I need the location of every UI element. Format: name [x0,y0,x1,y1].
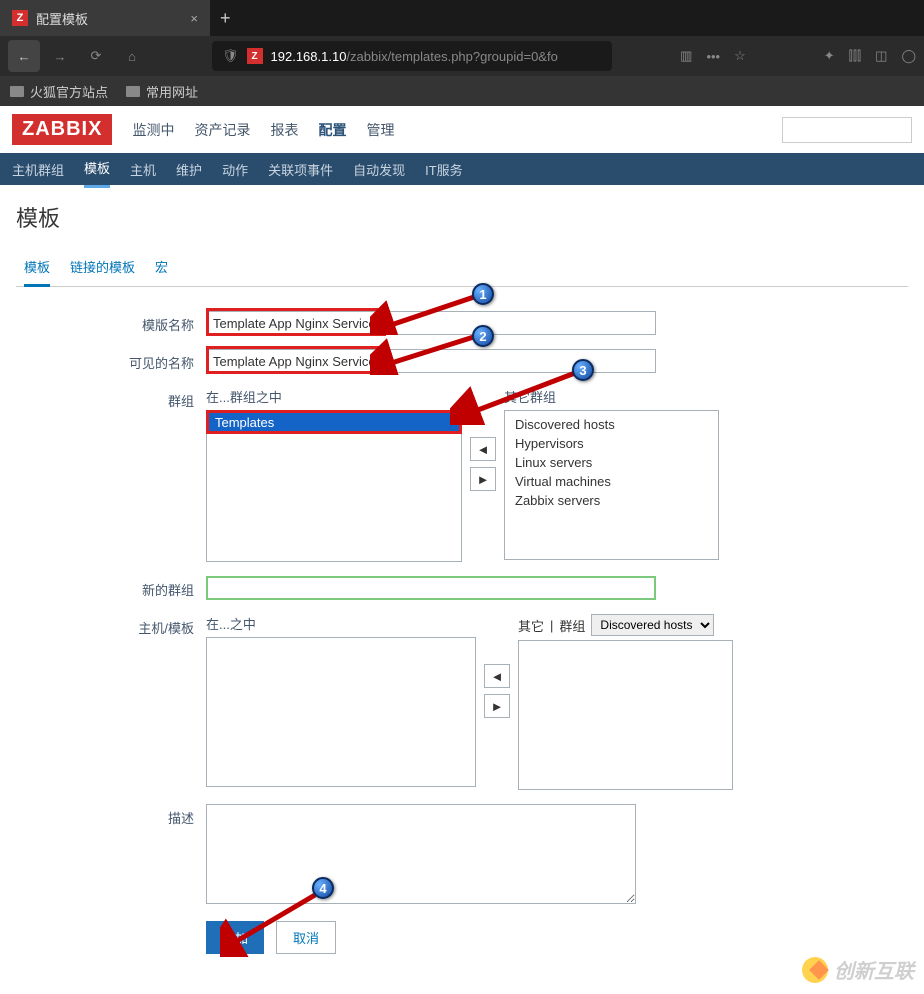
label-in: 在...之中 [206,614,476,633]
bookmark-label: 火狐官方站点 [30,82,108,101]
description-textarea[interactable] [206,804,636,904]
tab-template[interactable]: 模板 [24,249,50,287]
top-menu: 监测中 资产记录 报表 配置 管理 [132,120,394,140]
subnav-maintenance[interactable]: 维护 [176,152,202,187]
forward-button[interactable]: → [44,40,76,72]
watermark-icon [802,957,828,983]
close-tab-icon[interactable]: × [190,11,198,26]
list-item[interactable]: Linux servers [509,453,714,472]
site-favicon-icon: Z [247,48,263,64]
browser-tab[interactable]: Z 配置模板 × [0,0,210,36]
subnav-discovery[interactable]: 自动发现 [353,152,405,187]
in-hosts-listbox[interactable] [206,637,476,787]
folder-icon [126,86,140,97]
search-input[interactable] [782,117,912,143]
menu-dots-icon[interactable]: ••• [706,49,720,64]
add-button[interactable]: 添加 [206,921,264,954]
list-item[interactable]: Templates [209,413,459,431]
folder-icon [10,86,24,97]
tab-title: 配置模板 [36,9,88,28]
bookmark-common[interactable]: 常用网址 [126,82,198,101]
menu-reports[interactable]: 报表 [270,120,298,140]
subnav-hostgroups[interactable]: 主机群组 [12,152,64,187]
in-groups-listbox[interactable] [206,434,462,562]
list-item[interactable]: Virtual machines [509,472,714,491]
label-description: 描述 [16,804,206,827]
browser-tab-bar: Z 配置模板 × + [0,0,924,36]
tab-linked[interactable]: 链接的模板 [70,249,135,286]
list-item[interactable]: Hypervisors [509,434,714,453]
label-template-name: 模版名称 [16,311,206,334]
move-left-button[interactable]: ◄ [470,437,496,461]
subnav-hosts[interactable]: 主机 [130,152,156,187]
reload-button[interactable]: ⟳ [80,40,112,72]
shield-icon: 🛡 [222,48,239,64]
bookmark-star-icon[interactable]: ☆ [734,48,746,64]
tab-favicon-icon: Z [12,10,28,26]
home-button[interactable]: ⌂ [116,40,148,72]
zabbix-top-nav: ZABBIX 监测中 资产记录 报表 配置 管理 [0,106,924,153]
zabbix-sub-nav: 主机群组 模板 主机 维护 动作 关联项事件 自动发现 IT服务 [0,153,924,185]
other-groups-listbox[interactable]: Discovered hosts Hypervisors Linux serve… [504,410,719,560]
label-other-groups: 其它群组 [504,387,719,406]
reader-icon[interactable]: ▥ [680,48,692,64]
menu-monitoring[interactable]: 监测中 [132,120,174,140]
subnav-itservices[interactable]: IT服务 [425,152,463,187]
watermark-text: 创新互联 [834,955,914,984]
zabbix-logo[interactable]: ZABBIX [12,114,112,145]
list-item[interactable]: Discovered hosts [509,415,714,434]
label-group: 群组 [559,616,585,635]
hosts-group-select[interactable]: Discovered hosts [591,614,714,636]
subnav-templates[interactable]: 模板 [84,150,110,188]
list-item[interactable]: Zabbix servers [509,491,714,510]
label-hosts-templates: 主机/模板 [16,614,206,637]
other-hosts-listbox[interactable] [518,640,733,790]
page-title: 模板 [16,201,908,233]
label-new-group: 新的群组 [16,576,206,599]
menu-inventory[interactable]: 资产记录 [194,120,250,140]
bookmark-firefox[interactable]: 火狐官方站点 [10,82,108,101]
label-in-groups: 在...群组之中 [206,387,462,406]
subnav-actions[interactable]: 动作 [222,152,248,187]
move-left-button-2[interactable]: ◄ [484,664,510,688]
menu-administration[interactable]: 管理 [366,120,394,140]
library-icon[interactable]: ⫿⫿⫿ [849,48,861,64]
visible-name-input[interactable] [206,349,656,373]
bookmark-bar: 火狐官方站点 常用网址 [0,76,924,106]
label-other: 其它 [518,616,544,635]
url-text: 192.168.1.10/zabbix/templates.php?groupi… [271,49,558,64]
menu-configuration[interactable]: 配置 [318,120,346,140]
label-groups: 群组 [16,387,206,410]
extension-icon[interactable]: ✦ [824,48,835,64]
tab-macros[interactable]: 宏 [155,249,168,286]
url-bar[interactable]: 🛡 Z 192.168.1.10/zabbix/templates.php?gr… [212,41,612,71]
subnav-correlation[interactable]: 关联项事件 [268,152,333,187]
template-name-input[interactable] [206,311,656,335]
account-icon[interactable]: ◯ [901,48,916,64]
label-visible-name: 可见的名称 [16,349,206,372]
browser-nav-bar: ← → ⟳ ⌂ 🛡 Z 192.168.1.10/zabbix/template… [0,36,924,76]
move-right-button-2[interactable]: ► [484,694,510,718]
watermark: 创新互联 [802,955,914,984]
new-tab-button[interactable]: + [210,8,241,29]
move-right-button[interactable]: ► [470,467,496,491]
sidebar-icon[interactable]: ◫ [875,48,887,64]
back-button[interactable]: ← [8,40,40,72]
bookmark-label: 常用网址 [146,82,198,101]
cancel-button[interactable]: 取消 [276,921,336,954]
form-tabs: 模板 链接的模板 宏 [16,249,908,287]
new-group-input[interactable] [206,576,656,600]
